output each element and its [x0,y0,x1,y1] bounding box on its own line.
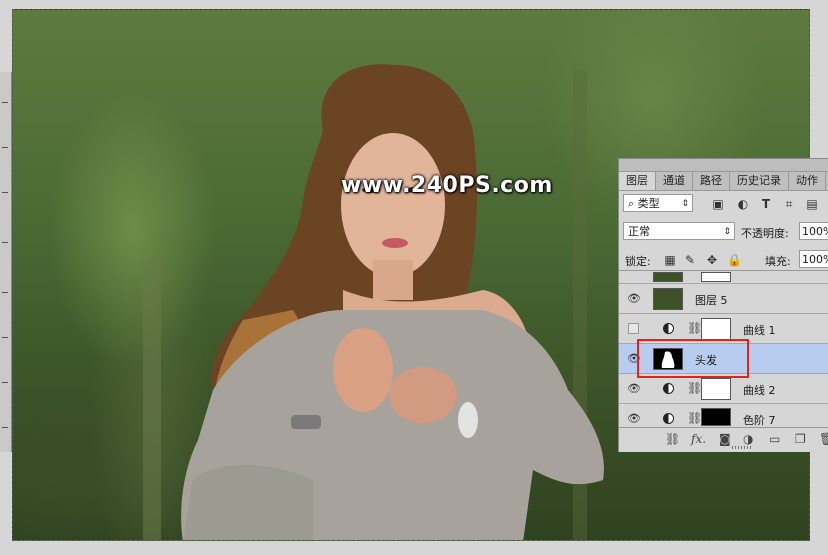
watermark-text: www.240PS.com [341,173,553,198]
visibility-toggle[interactable] [628,323,639,334]
adjustment-icon [663,383,674,394]
layers-panel[interactable]: 图层 通道 路径 历史记录 动作 ⌕ 类型 ⇕ ▣ ◐ T ⌗ ▤ 正常 ⇕ 不… [618,158,828,452]
tool-tick [2,337,8,338]
layer-name: 曲线 2 [743,384,776,397]
adjustment-icon[interactable]: ◑ [743,432,753,446]
opacity-label: 不透明度: [741,227,789,240]
fill-input[interactable]: 100% [799,250,828,268]
filter-kind-value: 类型 [637,197,660,210]
tool-tick [2,147,8,148]
link-icon[interactable]: ⛓ [687,321,702,335]
eye-icon[interactable]: 👁 [627,412,641,426]
blend-row: 正常 ⇕ 不透明度: 100% [619,220,828,244]
layer-row-partial[interactable] [619,272,828,284]
filter-type-icon[interactable]: T [759,197,773,211]
layer-thumbnail [653,288,683,310]
adjustment-icon [663,413,674,424]
panel-footer: ⛓ fx. ◙ ◑ ▭ ❐ 🗑 [619,427,828,452]
search-icon: ⌕ [628,197,635,210]
layer-name: 曲线 1 [743,324,776,337]
tool-tick [2,292,8,293]
tool-tick [2,242,8,243]
blend-mode-select[interactable]: 正常 ⇕ [623,222,735,240]
filter-smart-object-icon[interactable]: ▤ [805,197,819,211]
lock-row: 锁定: ▦ ✎ ✥ 🔒 填充: 100% [619,249,828,271]
filter-row: ⌕ 类型 ⇕ ▣ ◐ T ⌗ ▤ [619,192,828,216]
tab-actions[interactable]: 动作 [789,172,826,190]
layer-name: 图层 5 [695,294,728,307]
link-icon[interactable]: ⛓ [687,411,702,425]
tab-layers[interactable]: 图层 [619,172,656,190]
fill-label: 填充: [765,255,791,268]
layer-mask-thumbnail [701,378,731,400]
layer-row[interactable]: 👁 ⛓ 色阶 7 [619,404,828,428]
panel-resize-grip[interactable] [732,446,752,449]
panel-title-bar[interactable] [619,159,828,172]
blend-mode-value: 正常 [628,225,650,238]
tool-tick [2,192,8,193]
tool-tick [2,382,8,383]
adjustment-icon [663,323,674,334]
layer-row[interactable]: 👁 图层 5 [619,284,828,314]
lock-label: 锁定: [625,255,651,268]
tool-tick [2,427,8,428]
stepper-icon: ⇕ [681,199,689,209]
layer-mask-thumbnail [701,408,731,426]
layer-mask-thumbnail [701,272,731,282]
lock-all-icon[interactable]: 🔒 [727,253,742,267]
tools-panel-edge[interactable] [0,72,12,452]
filter-kind-select[interactable]: ⌕ 类型 ⇕ [623,194,693,212]
eye-icon[interactable]: 👁 [627,292,641,306]
link-icon[interactable]: ⛓ [665,432,680,446]
layer-name: 色阶 7 [743,414,776,427]
lock-transparent-icon[interactable]: ▦ [663,253,677,267]
tab-history[interactable]: 历史记录 [730,172,789,190]
tab-paths[interactable]: 路径 [693,172,730,190]
eye-icon[interactable]: 👁 [627,382,641,396]
folder-icon[interactable]: ▭ [769,432,780,446]
layer-mask-thumbnail [701,318,731,340]
mask-icon[interactable]: ◙ [719,432,731,446]
filter-pixel-icon[interactable]: ▣ [711,197,725,211]
link-icon[interactable]: ⛓ [687,381,702,395]
trash-icon[interactable]: 🗑 [819,432,828,446]
lock-move-icon[interactable]: ✥ [705,253,719,267]
layer-row[interactable]: 👁 ⛓ 曲线 2 [619,374,828,404]
new-layer-icon[interactable]: ❐ [795,432,806,446]
layer-thumbnail [653,272,683,282]
opacity-input[interactable]: 100% [799,222,828,240]
filter-adjustment-icon[interactable]: ◐ [736,197,750,211]
lock-brush-icon[interactable]: ✎ [683,253,697,267]
tool-tick [2,102,8,103]
stepper-icon: ⇕ [723,227,731,237]
tab-channels[interactable]: 通道 [656,172,693,190]
fx-icon[interactable]: fx. [691,432,706,446]
filter-shape-icon[interactable]: ⌗ [782,197,796,211]
panel-tabs: 图层 通道 路径 历史记录 动作 [619,172,828,191]
annotation-highlight-box [637,339,749,378]
